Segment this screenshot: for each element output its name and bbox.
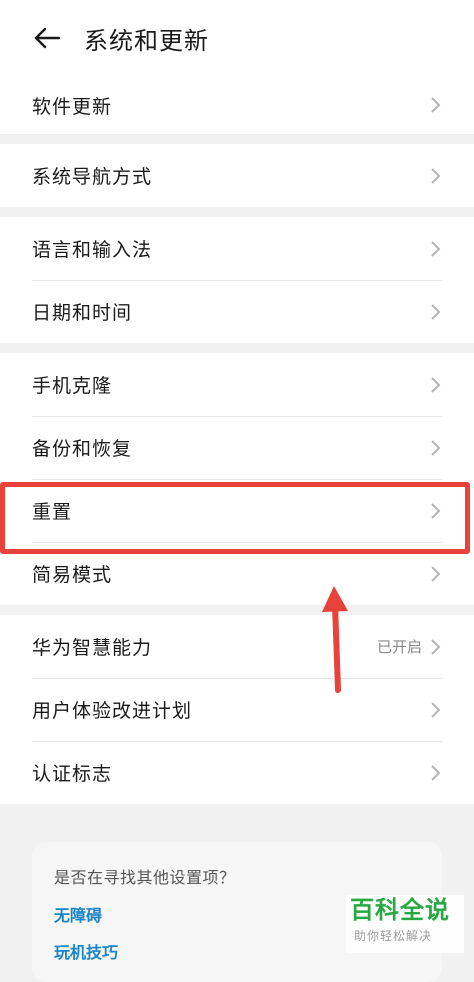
- menu-item-label: 手机克隆: [32, 375, 113, 397]
- watermark-title: 百科全说: [350, 896, 450, 924]
- settings-group-1: 软件更新: [0, 76, 474, 134]
- chevron-right-icon: [431, 376, 441, 393]
- menu-item-software-update[interactable]: 软件更新: [0, 76, 474, 134]
- chevron-right-icon: [431, 638, 441, 655]
- chevron-right-icon: [431, 97, 441, 113]
- menu-item-label: 重置: [32, 501, 73, 523]
- menu-item-simple-mode[interactable]: 简易模式: [0, 542, 474, 605]
- settings-group-5: 华为智慧能力 已开启 用户体验改进计划 认证标志: [0, 615, 474, 804]
- menu-item-phone-clone[interactable]: 手机克隆: [0, 353, 474, 416]
- menu-item-huawei-assistant[interactable]: 华为智慧能力 已开启: [0, 615, 474, 678]
- menu-item-user-experience[interactable]: 用户体验改进计划: [0, 678, 474, 741]
- menu-item-label: 系统导航方式: [32, 166, 153, 188]
- menu-item-certification[interactable]: 认证标志: [0, 741, 474, 804]
- back-button[interactable]: [32, 23, 62, 53]
- menu-item-reset[interactable]: 重置: [0, 479, 474, 542]
- chevron-right-icon: [431, 502, 441, 519]
- page-title: 系统和更新: [84, 26, 209, 55]
- menu-item-navigation[interactable]: 系统导航方式: [0, 144, 474, 207]
- menu-item-label: 简易模式: [32, 564, 113, 586]
- pointer-arrow-icon: [322, 586, 348, 693]
- settings-group-2: 系统导航方式: [0, 144, 474, 207]
- chevron-right-icon: [431, 764, 441, 781]
- watermark-subtitle: 助你轻松解决: [354, 929, 433, 943]
- chevron-right-icon: [431, 167, 441, 184]
- header: 系统和更新: [0, 0, 474, 76]
- watermark-logo: 百科全说 助你轻松解决: [346, 895, 464, 953]
- chevron-right-icon: [431, 701, 441, 718]
- suggestion-question: 是否在寻找其他设置项？: [54, 868, 236, 887]
- status-value: 已开启: [376, 638, 422, 656]
- back-arrow-icon: [34, 27, 60, 49]
- menu-item-date-time[interactable]: 日期和时间: [0, 280, 474, 343]
- chevron-right-icon: [431, 240, 441, 257]
- menu-item-label: 日期和时间: [32, 302, 133, 324]
- menu-item-label: 备份和恢复: [32, 438, 133, 460]
- menu-item-language-input[interactable]: 语言和输入法: [0, 217, 474, 280]
- settings-group-3: 语言和输入法 日期和时间: [0, 217, 474, 343]
- menu-item-label: 软件更新: [32, 95, 113, 118]
- settings-group-4: 手机克隆 备份和恢复 重置 简易模式: [0, 353, 474, 605]
- chevron-right-icon: [431, 303, 441, 320]
- chevron-right-icon: [431, 565, 441, 582]
- menu-item-backup-restore[interactable]: 备份和恢复: [0, 416, 474, 479]
- menu-item-label: 语言和输入法: [32, 239, 153, 261]
- menu-item-label: 认证标志: [32, 763, 113, 785]
- menu-item-label: 用户体验改进计划: [32, 700, 193, 722]
- chevron-right-icon: [431, 439, 441, 456]
